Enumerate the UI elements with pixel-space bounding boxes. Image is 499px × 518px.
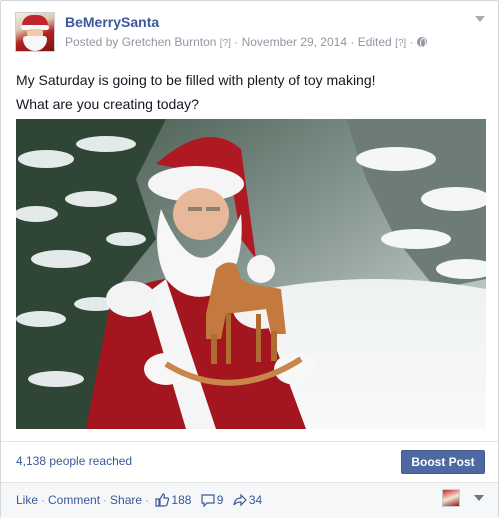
meta-separator: ·	[350, 35, 355, 49]
page-name-link[interactable]: BeMerrySanta	[65, 14, 159, 30]
comment-bubble-icon[interactable]	[201, 493, 215, 507]
share-link[interactable]: Share	[110, 493, 142, 507]
people-reached-link[interactable]: 4,138 people reached	[16, 454, 132, 468]
post-text-line: My Saturday is going to be filled with p…	[16, 72, 376, 88]
help-marker-posted-by[interactable]: [?]	[220, 38, 231, 49]
shares-count[interactable]: 34	[247, 493, 268, 507]
share-arrow-icon[interactable]	[233, 493, 247, 507]
action-bar: Like · Comment · Share · 188 9 34	[1, 482, 498, 518]
post-meta: Posted by Gretchen Burnton [?] · Novembe…	[65, 35, 427, 49]
page-avatar[interactable]	[15, 12, 55, 52]
comments-count[interactable]: 9	[215, 493, 230, 507]
comment-link[interactable]: Comment	[48, 493, 100, 507]
thumbs-up-icon[interactable]	[155, 493, 170, 507]
post-text-line: What are you creating today?	[16, 96, 199, 112]
help-marker-edited[interactable]: [?]	[395, 38, 406, 49]
edited-label[interactable]: Edited	[358, 35, 392, 49]
post-card: BeMerrySanta Posted by Gretchen Burnton …	[0, 0, 499, 518]
reach-row: 4,138 people reached Boost Post	[1, 441, 498, 481]
chevron-down-icon[interactable]	[474, 495, 484, 501]
post-photo[interactable]	[16, 119, 486, 429]
post-text: My Saturday is going to be filled with p…	[16, 68, 486, 116]
action-separator: ·	[41, 493, 46, 507]
post-header: BeMerrySanta Posted by Gretchen Burnton …	[15, 12, 486, 54]
action-separator: ·	[103, 493, 108, 507]
meta-separator: ·	[234, 35, 239, 49]
action-links: Like · Comment · Share · 188 9 34	[16, 493, 268, 507]
santa-photo-illustration	[16, 119, 486, 429]
action-separator: ·	[145, 493, 150, 507]
post-options-chevron-icon[interactable]	[472, 16, 486, 26]
posted-by-link[interactable]: Posted by Gretchen Burnton	[65, 35, 216, 49]
boost-post-button[interactable]: Boost Post	[401, 450, 485, 474]
likes-count[interactable]: 188	[169, 493, 197, 507]
meta-separator: ·	[409, 35, 414, 49]
post-as-avatar[interactable]	[442, 489, 460, 507]
globe-icon[interactable]	[416, 37, 427, 48]
like-link[interactable]: Like	[16, 493, 38, 507]
post-date-link[interactable]: November 29, 2014	[242, 35, 347, 49]
